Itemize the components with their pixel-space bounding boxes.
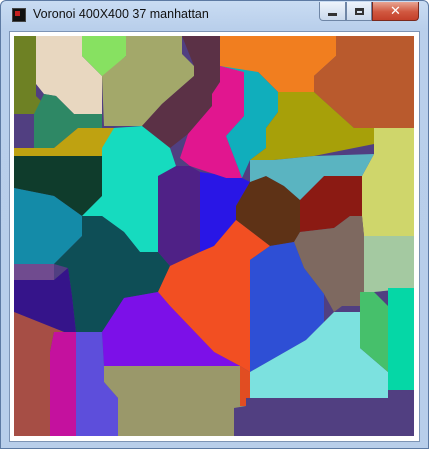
maximize-icon (354, 7, 364, 15)
voronoi-cell (104, 366, 246, 436)
minimize-icon (328, 12, 337, 16)
maximize-button[interactable] (346, 2, 372, 21)
voronoi-diagram (14, 36, 414, 436)
close-icon: ✕ (390, 3, 401, 18)
app-icon[interactable] (12, 8, 26, 22)
window-title: Voronoi 400X400 37 manhattan (33, 7, 209, 21)
voronoi-cell (158, 166, 200, 266)
minimize-button[interactable] (319, 2, 346, 21)
voronoi-cell (388, 288, 414, 390)
voronoi-cell (14, 264, 54, 280)
voronoi-cell (50, 332, 76, 436)
close-button[interactable]: ✕ (372, 2, 419, 21)
title-bar[interactable]: Voronoi 400X400 37 manhattan ✕ (1, 1, 428, 31)
